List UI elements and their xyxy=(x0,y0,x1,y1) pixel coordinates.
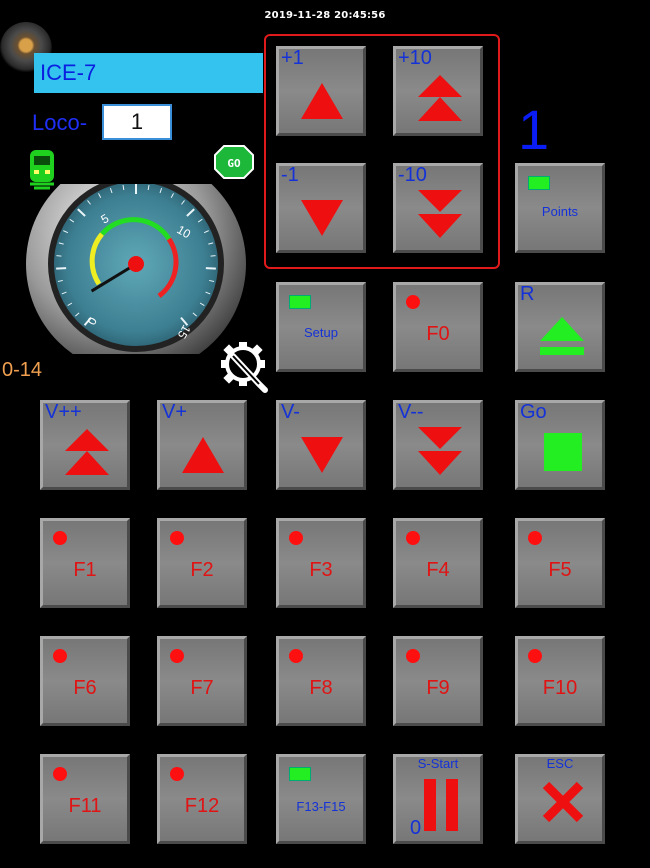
f1-led-indicator xyxy=(53,531,67,545)
v-minus-minus-button[interactable]: V-- xyxy=(391,398,485,492)
f11-label: F11 xyxy=(68,795,102,817)
plus-10-label: +10 xyxy=(398,47,432,69)
f0-button[interactable]: F0 xyxy=(391,280,485,374)
gauge-tick-mark xyxy=(210,255,216,257)
f4-button[interactable]: F4 xyxy=(391,516,485,610)
minus-1-button[interactable]: -1 xyxy=(274,161,368,255)
v-plus-button[interactable]: V+ xyxy=(155,398,249,492)
loco-number-input[interactable]: 1 xyxy=(102,104,172,140)
s-start-label: S-Start xyxy=(417,756,459,771)
f3-label: F3 xyxy=(309,559,333,581)
f7-led-indicator xyxy=(170,649,184,663)
timestamp: 2019-11-28 20:45:56 xyxy=(264,10,386,21)
f0-led-indicator xyxy=(406,295,420,309)
f2-button[interactable]: F2 xyxy=(155,516,249,610)
gauge-tick-mark xyxy=(56,255,62,257)
go-label: Go xyxy=(520,401,547,423)
f0-label: F0 xyxy=(426,323,450,345)
loco-name-field[interactable]: ICE-7 xyxy=(34,53,263,93)
gauge-tick-mark xyxy=(56,267,67,270)
f9-button[interactable]: F9 xyxy=(391,634,485,728)
f9-label: F9 xyxy=(426,677,450,699)
speed-step-display: 1 xyxy=(518,98,550,161)
setup-led-indicator xyxy=(289,295,311,309)
minus-10-button[interactable]: -10 xyxy=(391,161,485,255)
go-badge-text: GO xyxy=(227,157,241,170)
f9-led-indicator xyxy=(406,649,420,663)
points-led-indicator xyxy=(528,176,550,190)
loco-label: Loco- xyxy=(32,110,88,135)
v-plus-plus-button[interactable]: V++ xyxy=(38,398,132,492)
f13-f15-label: F13-F15 xyxy=(296,799,346,814)
esc-label: ESC xyxy=(546,756,574,771)
s-start-button[interactable]: S-Start 0 xyxy=(391,752,485,846)
down-arrow-icon xyxy=(301,437,343,473)
up-arrow-icon xyxy=(182,437,224,473)
f12-label: F12 xyxy=(184,795,220,817)
v-minus-minus-label: V-- xyxy=(398,401,424,423)
f11-led-indicator xyxy=(53,767,67,781)
f8-label: F8 xyxy=(309,677,333,699)
reverse-button[interactable]: R xyxy=(513,280,607,374)
f3-button[interactable]: F3 xyxy=(274,516,368,610)
plus-1-label: +1 xyxy=(281,47,304,69)
go-square-icon xyxy=(544,433,582,471)
f6-button[interactable]: F6 xyxy=(38,634,132,728)
minus-1-label: -1 xyxy=(281,164,299,186)
speed-gauge: 0 5 10 15 xyxy=(26,184,246,354)
f10-button[interactable]: F10 xyxy=(513,634,607,728)
minus-10-label: -10 xyxy=(398,164,427,186)
v-minus-button[interactable]: V- xyxy=(274,398,368,492)
f13-led-indicator xyxy=(289,767,311,781)
f6-led-indicator xyxy=(53,649,67,663)
reverse-label: R xyxy=(520,283,535,305)
f7-button[interactable]: F7 xyxy=(155,634,249,728)
plus-10-button[interactable]: +10 xyxy=(391,44,485,138)
f7-label: F7 xyxy=(190,677,214,699)
f12-led-indicator xyxy=(170,767,184,781)
setup-button[interactable]: Setup xyxy=(274,280,368,374)
v-plus-plus-label: V++ xyxy=(45,401,82,423)
f1-label: F1 xyxy=(73,559,97,581)
f2-label: F2 xyxy=(190,559,214,581)
double-up-arrow-icon xyxy=(418,75,462,121)
f11-button[interactable]: F11 xyxy=(38,752,132,846)
up-arrow-icon xyxy=(301,83,343,119)
points-label: Points xyxy=(541,204,579,219)
f5-button[interactable]: F5 xyxy=(513,516,607,610)
esc-button[interactable]: ESC xyxy=(513,752,607,846)
points-button[interactable]: Points xyxy=(513,161,607,255)
setup-label: Setup xyxy=(304,325,338,340)
double-up-arrow-icon xyxy=(65,429,109,475)
f12-button[interactable]: F12 xyxy=(155,752,249,846)
gauge-tick-mark xyxy=(205,267,216,270)
f4-label: F4 xyxy=(426,559,450,581)
double-down-arrow-icon xyxy=(418,190,462,238)
go-badge[interactable]: GO xyxy=(214,145,254,179)
speed-range-label: 0-14 xyxy=(2,359,43,381)
s-start-counter: 0 xyxy=(410,817,422,839)
close-x-icon xyxy=(542,781,584,823)
eject-reverse-icon xyxy=(540,317,584,355)
f3-led-indicator xyxy=(289,531,303,545)
f10-label: F10 xyxy=(542,677,578,699)
f1-button[interactable]: F1 xyxy=(38,516,132,610)
f5-led-indicator xyxy=(528,531,542,545)
v-minus-label: V- xyxy=(281,401,300,423)
f6-label: F6 xyxy=(73,677,97,699)
f5-label: F5 xyxy=(548,559,572,581)
down-arrow-icon xyxy=(301,200,343,236)
pause-icon xyxy=(424,779,458,831)
double-down-arrow-icon xyxy=(418,427,462,475)
f4-led-indicator xyxy=(406,531,420,545)
f10-led-indicator xyxy=(528,649,542,663)
plus-1-button[interactable]: +1 xyxy=(274,44,368,138)
go-button[interactable]: Go xyxy=(513,398,607,492)
v-plus-label: V+ xyxy=(162,401,188,423)
f8-led-indicator xyxy=(289,649,303,663)
f2-led-indicator xyxy=(170,531,184,545)
f13-f15-button[interactable]: F13-F15 xyxy=(274,752,368,846)
settings-wrench-gear-icon[interactable] xyxy=(215,338,273,396)
f8-button[interactable]: F8 xyxy=(274,634,368,728)
